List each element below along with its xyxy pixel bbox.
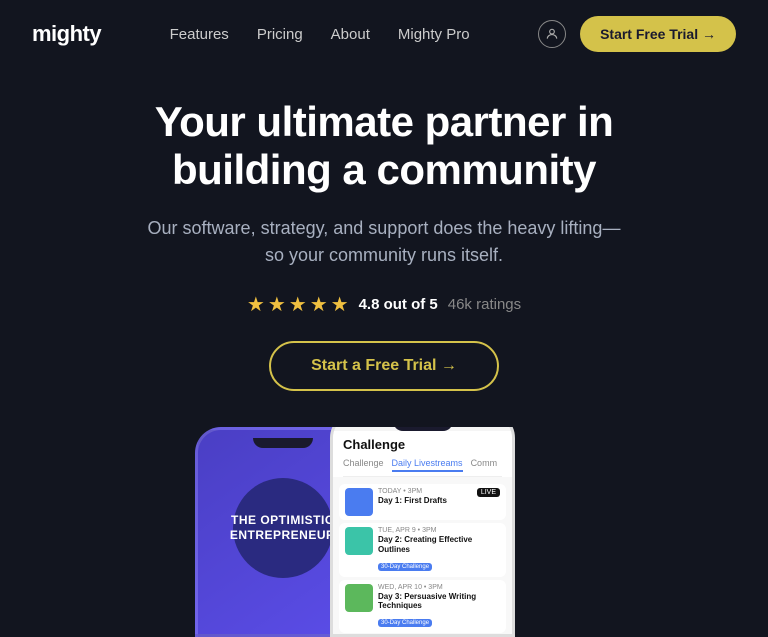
hero-section: Your ultimate partner in building a comm…: [0, 68, 768, 427]
event-thumb-1: [345, 488, 373, 516]
start-free-trial-nav-button[interactable]: Start Free Trial →: [580, 16, 736, 52]
tab-daily-livestreams[interactable]: Daily Livestreams: [392, 456, 463, 472]
phone-right-tabs: Challenge Daily Livestreams Comm: [343, 456, 502, 477]
event-item-3: WED, APR 10 • 3PM Day 3: Persuasive Writ…: [339, 580, 506, 633]
nav-links: Features Pricing About Mighty Pro: [170, 26, 470, 43]
rating-score: 4.8 out of 5: [359, 296, 438, 313]
tab-comm[interactable]: Comm: [471, 456, 498, 472]
event-item-1: LIVE TODAY • 3PM Day 1: First Drafts: [339, 484, 506, 520]
account-icon[interactable]: [538, 20, 566, 48]
nav-link-mighty-pro[interactable]: Mighty Pro: [398, 26, 470, 43]
phone-left-circle: THE OPTIMISTIC ENTREPRENEUR: [233, 478, 333, 578]
phone-right-title: Challenge: [343, 437, 502, 452]
logo: mighty: [32, 21, 101, 47]
event-date-3: WED, APR 10 • 3PM: [378, 584, 500, 591]
star-3: ★: [289, 292, 307, 317]
hero-title: Your ultimate partner in building a comm…: [40, 98, 728, 195]
nav-link-about[interactable]: About: [331, 26, 370, 43]
phones-container: THE OPTIMISTIC ENTREPRENEUR Challenge Ch…: [0, 427, 768, 637]
event-date-2: TUE, APR 9 • 3PM: [378, 527, 500, 534]
phone-right-content: LIVE TODAY • 3PM Day 1: First Drafts TUE…: [333, 477, 512, 637]
tab-challenge[interactable]: Challenge: [343, 456, 384, 472]
event-info-1: LIVE TODAY • 3PM Day 1: First Drafts: [378, 488, 500, 506]
star-4: ★: [310, 292, 328, 317]
rating-row: ★ ★ ★ ★ ★ 4.8 out of 5 46k ratings: [40, 292, 728, 317]
phone-right-header: Challenge Challenge Daily Livestreams Co…: [333, 431, 512, 477]
event-badge-3: 30-Day Challenge: [378, 619, 432, 627]
event-thumb-3: [345, 584, 373, 612]
phone-left-circle-text: THE OPTIMISTIC ENTREPRENEUR: [230, 513, 335, 544]
nav-link-pricing[interactable]: Pricing: [257, 26, 303, 43]
star-rating: ★ ★ ★ ★ ★: [247, 292, 349, 317]
event-badge-2: 30-Day Challenge: [378, 563, 432, 571]
phone-left-notch: [253, 438, 313, 448]
event-name-1: Day 1: First Drafts: [378, 496, 500, 506]
event-name-2: Day 2: Creating Effective Outlines: [378, 535, 500, 554]
nav-right: Start Free Trial →: [538, 16, 736, 52]
event-thumb-2: [345, 527, 373, 555]
start-free-trial-hero-button[interactable]: Start a Free Trial →: [269, 341, 499, 391]
event-info-2: TUE, APR 9 • 3PM Day 2: Creating Effecti…: [378, 527, 500, 572]
event-item-2: TUE, APR 9 • 3PM Day 2: Creating Effecti…: [339, 523, 506, 576]
today-badge: LIVE: [477, 488, 500, 497]
phone-right: Challenge Challenge Daily Livestreams Co…: [330, 427, 515, 637]
navbar: mighty Features Pricing About Mighty Pro…: [0, 0, 768, 68]
star-5: ★: [331, 292, 349, 317]
event-name-3: Day 3: Persuasive Writing Techniques: [378, 592, 500, 611]
rating-count: 46k ratings: [448, 296, 521, 313]
star-1: ★: [247, 292, 265, 317]
nav-link-features[interactable]: Features: [170, 26, 229, 43]
event-info-3: WED, APR 10 • 3PM Day 3: Persuasive Writ…: [378, 584, 500, 629]
star-2: ★: [268, 292, 286, 317]
hero-subtitle: Our software, strategy, and support does…: [144, 215, 624, 271]
